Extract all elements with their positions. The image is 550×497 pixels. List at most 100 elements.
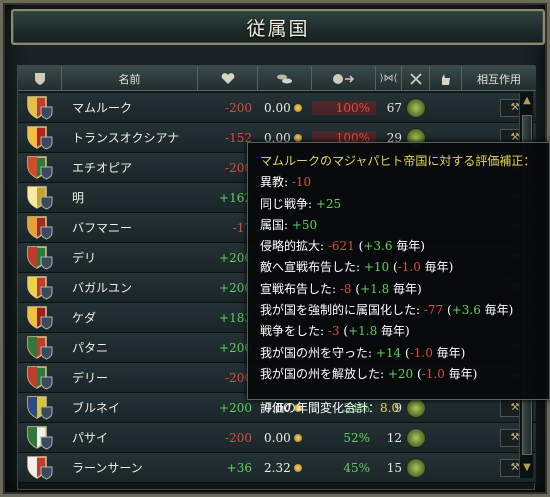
vassal-name[interactable]: デリー	[62, 369, 198, 386]
tooltip-lines: 異教: -10 同じ戦争: +25 属国: +50 侵略的拡大: -621 (+3.6…	[260, 172, 537, 385]
tooltip-total: 評価の年間変化合計：8.0	[260, 398, 537, 419]
column-name[interactable]: 名前	[62, 66, 198, 91]
column-hand-icon[interactable]	[430, 66, 462, 91]
column-development-icon[interactable]: ⟩⋈⟨	[376, 66, 402, 91]
tooltip-total-value: 8.0	[380, 401, 400, 416]
vassal-name[interactable]: パタニ	[62, 339, 198, 356]
modifier-suffix: 毎年)	[444, 366, 478, 381]
modifier-rate: -1.0	[397, 260, 421, 275]
tooltip-modifier-line: 属国: +50	[260, 215, 537, 236]
modifier-value: -8	[339, 281, 352, 296]
tooltip-modifier-line: 戦争をした: -3 (+1.8 毎年)	[260, 324, 410, 339]
vassal-flag-shield-icon[interactable]	[18, 243, 62, 273]
vassal-opinion[interactable]: +200	[198, 401, 258, 415]
table-row[interactable]: ラーンサーン +36 2.32 45% 15 ⚒	[18, 453, 536, 483]
tooltip-modifier-line: 我が国の州を解放した: +20 (-1.0 毎年)	[260, 366, 478, 381]
vassal-income: 0.00	[258, 101, 312, 115]
vassal-name[interactable]: トランスオクシアナ	[62, 129, 198, 146]
vassal-flag-shield-icon[interactable]	[18, 153, 62, 183]
vassal-liberty-desire: 52%	[343, 430, 370, 445]
modifier-label: 同じ戦争:	[260, 196, 316, 211]
vassal-flag-shield-icon[interactable]	[18, 363, 62, 393]
vassal-flag-shield-icon[interactable]	[18, 123, 62, 153]
vassal-name[interactable]: エチオピア	[62, 159, 198, 176]
modifier-rate: +3.6	[363, 239, 393, 254]
modifier-rate: +1.8	[360, 281, 390, 296]
vassal-flag-shield-icon[interactable]	[18, 333, 62, 363]
modifier-value: +50	[291, 217, 318, 232]
column-opinion-heart-icon[interactable]	[198, 66, 258, 91]
modifier-suffix: 毎年)	[389, 281, 422, 296]
modifier-suffix: 毎年)	[392, 239, 425, 254]
column-shield-icon[interactable]	[18, 66, 62, 91]
window-title: 従属国	[246, 17, 310, 40]
vassal-relation-badge-icon[interactable]	[402, 457, 430, 478]
vassal-liberty-desire: 45%	[343, 460, 370, 475]
coin-icon	[293, 464, 302, 472]
vassal-liberty-desire: 100%	[312, 100, 376, 115]
vassal-income-value: 0.00	[264, 100, 291, 115]
vassal-name[interactable]: バフマニー	[62, 219, 198, 236]
vassal-flag-shield-icon[interactable]	[18, 213, 62, 243]
modifier-value: -77	[423, 303, 444, 318]
vassal-flag-shield-icon[interactable]	[18, 273, 62, 303]
modifier-label: 我が国を強制的に属国化した:	[260, 303, 424, 318]
scroll-up-arrow-icon[interactable]: ▲	[521, 95, 533, 109]
vassal-flag-shield-icon[interactable]	[18, 453, 62, 483]
vassal-flag-shield-icon[interactable]	[18, 93, 62, 123]
table-row[interactable]: マムルーク -200 0.00 100% 67 ⚒	[18, 93, 536, 123]
modifier-label: 我が国の州を解放した:	[260, 366, 388, 381]
vassal-flag-shield-icon[interactable]	[18, 393, 62, 423]
vassal-name[interactable]: ケダ	[62, 309, 198, 326]
modifier-value: +10	[363, 260, 390, 275]
vassal-income: 0.00	[258, 431, 312, 445]
modifier-suffix: 毎年)	[420, 260, 454, 275]
tooltip-modifier-line: 我が国を強制的に属国化した: -77 (+3.6 毎年)	[260, 303, 514, 318]
modifier-label: 侵略的拡大:	[260, 239, 328, 254]
column-swords-icon[interactable]	[402, 66, 430, 91]
scroll-down-arrow-icon[interactable]: ▼	[521, 462, 533, 476]
vassal-income-value: 0.00	[264, 430, 291, 445]
modifier-rate: +1.8	[348, 324, 378, 339]
vassals-window: 従属国 名前 ⟩⋈⟨ 相互作用 マムルーク -200 0.00 100% 67 …	[0, 0, 550, 497]
vassal-name[interactable]: ブルネイ	[62, 399, 198, 416]
coin-icon	[293, 434, 302, 442]
vassal-name[interactable]: パサイ	[62, 429, 198, 446]
modifier-value: -10	[291, 175, 312, 190]
vassal-opinion[interactable]: -200	[198, 101, 258, 115]
tooltip-title: マムルークのマジャパヒト帝国に対する評価補正：	[260, 154, 536, 168]
vassal-relation-badge-icon[interactable]	[402, 427, 430, 448]
modifier-value: -621	[327, 239, 355, 254]
vassal-name[interactable]: デリ	[62, 249, 198, 266]
table-row[interactable]: パサイ -200 0.00 52% 12 ⚒	[18, 423, 536, 453]
vassal-development: 15	[386, 460, 402, 475]
vassal-income-value: 2.32	[264, 460, 291, 475]
tooltip-modifier-line: 敵へ宣戦布告した: +10 (-1.0 毎年)	[260, 260, 454, 275]
vassal-relation-badge-icon[interactable]	[402, 97, 430, 118]
vassal-name[interactable]: 明	[62, 189, 198, 206]
modifier-value: +14	[375, 345, 402, 360]
modifier-rate: -1.0	[421, 366, 445, 381]
vassal-income: 2.32	[258, 461, 312, 475]
modifier-suffix: 毎年)	[377, 324, 410, 339]
window-titlebar: 従属国	[11, 9, 545, 45]
modifier-value: +20	[387, 366, 414, 381]
column-interactions[interactable]: 相互作用	[462, 66, 536, 91]
vassal-name[interactable]: マムルーク	[62, 99, 198, 116]
tooltip-modifier-line: 我が国の州を守った: +14 (-1.0 毎年)	[260, 345, 466, 360]
modifier-label: 敵へ宣戦布告した:	[260, 260, 364, 275]
modifier-suffix: 毎年)	[480, 303, 514, 318]
column-income-coins-icon[interactable]	[258, 66, 312, 91]
vassal-flag-shield-icon[interactable]	[18, 303, 62, 333]
vassal-flag-shield-icon[interactable]	[18, 183, 62, 213]
column-liberty-icon[interactable]	[312, 66, 376, 91]
vassal-flag-shield-icon[interactable]	[18, 423, 62, 453]
tooltip-modifier-line: 侵略的拡大: -621 (+3.6 毎年)	[260, 239, 425, 254]
vassal-name[interactable]: ラーンサーン	[62, 459, 198, 476]
vassal-name[interactable]: バガルユン	[62, 279, 198, 296]
vassal-opinion[interactable]: -200	[198, 431, 258, 445]
modifier-value: +25	[315, 196, 342, 211]
vassal-opinion[interactable]: +36	[198, 461, 258, 475]
vassal-development: 67	[386, 100, 402, 115]
tooltip-total-label: 評価の年間変化合計：	[260, 401, 381, 416]
